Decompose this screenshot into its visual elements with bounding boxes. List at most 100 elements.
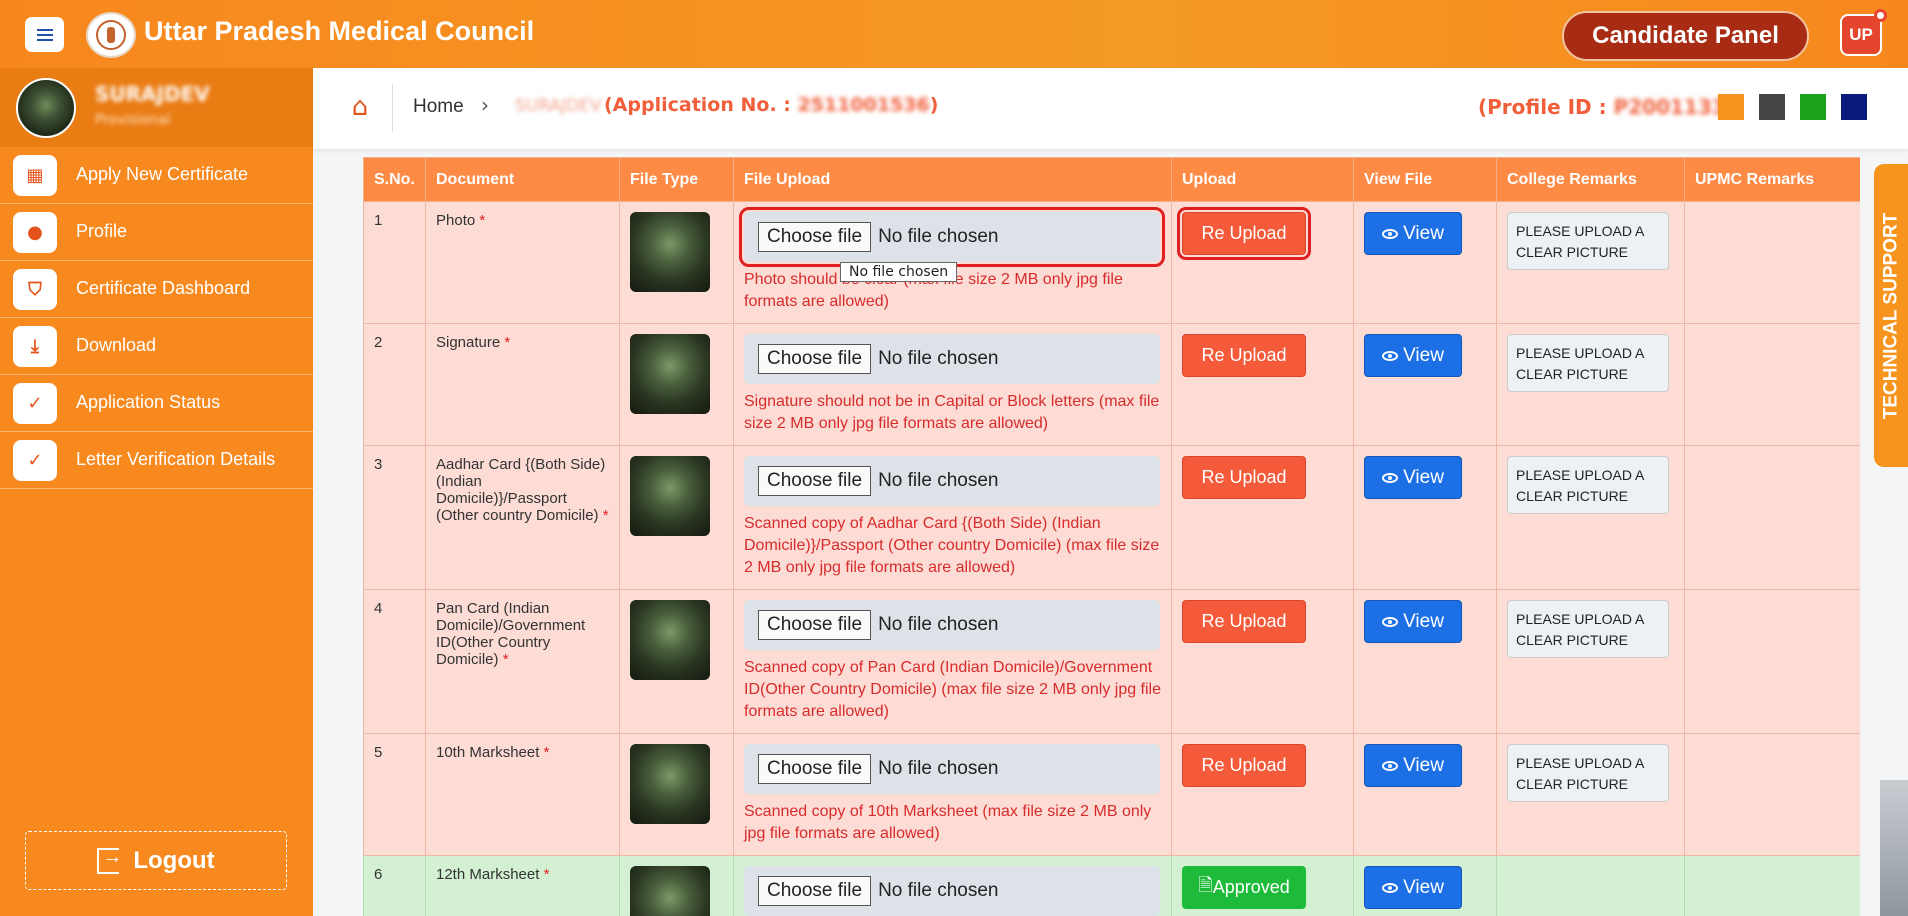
sidebar-item-letter-verification-details[interactable]: ✓ Letter Verification Details xyxy=(0,432,313,489)
document-thumbnail[interactable] xyxy=(630,744,710,824)
college-remarks-textarea[interactable]: PLEASE UPLOAD A CLEAR PICTURE xyxy=(1507,334,1669,392)
choose-file-button[interactable]: Choose file xyxy=(758,610,872,640)
view-button[interactable]: View xyxy=(1364,456,1462,499)
download-icon: ⤓ xyxy=(13,326,57,367)
view-file-cell: View xyxy=(1353,323,1497,446)
document-thumbnail[interactable] xyxy=(630,866,710,916)
serial-number: 4 xyxy=(363,589,426,734)
background-decoration xyxy=(1880,780,1908,916)
profile-id-prefix: (Profile ID : xyxy=(1478,95,1614,119)
file-status: No file chosen xyxy=(878,880,999,901)
re-upload-button[interactable]: Re Upload xyxy=(1182,600,1306,643)
re-upload-button[interactable]: Re Upload xyxy=(1182,744,1306,787)
view-button[interactable]: View xyxy=(1364,866,1462,909)
college-remarks-textarea[interactable]: PLEASE UPLOAD A CLEAR PICTURE xyxy=(1507,600,1669,658)
view-button[interactable]: View xyxy=(1364,334,1462,377)
file-input[interactable]: Choose file No file chosen xyxy=(744,600,1160,650)
upload-cell: Re Upload xyxy=(1171,589,1354,734)
document-thumbnail[interactable] xyxy=(630,212,710,292)
breadcrumb-home[interactable]: Home xyxy=(413,96,464,118)
user-type: Provisional xyxy=(95,112,171,128)
choose-file-button[interactable]: Choose file xyxy=(758,754,872,784)
document-label: Aadhar Card {(Both Side) (Indian Domicil… xyxy=(436,456,606,524)
view-button[interactable]: View xyxy=(1364,212,1462,255)
re-upload-button[interactable]: Re Upload xyxy=(1182,334,1306,377)
serial-number: 3 xyxy=(363,445,426,590)
document-thumbnail[interactable] xyxy=(630,334,710,414)
file-upload-cell: Choose file No file chosen Scanned copy of… xyxy=(733,445,1172,590)
upmc-remarks-cell xyxy=(1684,323,1860,446)
eye-icon xyxy=(1382,228,1399,239)
view-button[interactable]: View xyxy=(1364,744,1462,787)
serial-number: 1 xyxy=(363,201,426,324)
view-button[interactable]: View xyxy=(1364,600,1462,643)
view-file-cell: View xyxy=(1353,855,1497,916)
required-marker: * xyxy=(504,334,511,351)
sidebar-item-certificate-dashboard[interactable]: ⛉ Certificate Dashboard xyxy=(0,261,313,318)
user-icon: ● xyxy=(13,212,57,253)
document-name: Photo * xyxy=(425,201,620,324)
file-type-cell xyxy=(619,589,734,734)
upload-cell: Re Upload xyxy=(1171,733,1354,856)
eye-icon xyxy=(1382,882,1399,893)
view-label: View xyxy=(1403,754,1444,776)
sidebar-item-label: Profile xyxy=(76,221,128,241)
college-remarks-textarea[interactable]: PLEASE UPLOAD A CLEAR PICTURE xyxy=(1507,212,1669,270)
college-remarks-textarea[interactable]: PLEASE UPLOAD A CLEAR PICTURE xyxy=(1507,744,1669,802)
college-remarks-cell: PLEASE UPLOAD A CLEAR PICTURE xyxy=(1496,733,1685,856)
sidebar-item-download[interactable]: ⤓ Download xyxy=(0,318,313,375)
approved-label: Approved xyxy=(1212,877,1290,897)
re-upload-button[interactable]: Re Upload xyxy=(1177,207,1311,260)
file-upload-cell: Choose file No file chosen xyxy=(733,855,1172,916)
file-input[interactable]: Choose file No file chosen xyxy=(739,207,1165,267)
sidebar-item-profile[interactable]: ● Profile xyxy=(0,204,313,261)
theme-swatch[interactable] xyxy=(1759,94,1785,120)
document-name: Signature * xyxy=(425,323,620,446)
college-remarks-cell: PLEASE UPLOAD A CLEAR PICTURE xyxy=(1496,589,1685,734)
college-remarks-textarea[interactable]: PLEASE UPLOAD A CLEAR PICTURE xyxy=(1507,456,1669,514)
document-label: Photo xyxy=(436,212,476,229)
app-title: Uttar Pradesh Medical Council xyxy=(144,16,535,46)
candidate-panel-button[interactable]: Candidate Panel xyxy=(1562,11,1809,61)
upload-hint: Scanned copy of Aadhar Card {(Both Side)… xyxy=(744,515,1160,576)
logout-button[interactable]: Logout xyxy=(25,831,287,890)
sidebar-item-apply-new-certificate[interactable]: ▦ Apply New Certificate xyxy=(0,147,313,204)
eye-icon xyxy=(1382,472,1399,483)
view-file-cell: View xyxy=(1353,445,1497,590)
documents-table: S.No. Document File Type File Upload Upload V… xyxy=(363,157,1860,916)
theme-swatch[interactable] xyxy=(1800,94,1826,120)
required-marker: * xyxy=(502,651,509,668)
file-input[interactable]: Choose file No file chosen xyxy=(744,866,1160,916)
approved-button[interactable]: 🗎 Approved xyxy=(1182,866,1306,909)
document-thumbnail[interactable] xyxy=(630,456,710,536)
upload-cell: Re Upload xyxy=(1171,201,1354,324)
choose-file-button[interactable]: Choose file xyxy=(758,466,872,496)
document-name: Aadhar Card {(Both Side) (Indian Domicil… xyxy=(425,445,620,590)
choose-file-button[interactable]: Choose file xyxy=(758,344,872,374)
table-row: 6 12th Marksheet * Choose file No file chos… xyxy=(363,855,1860,916)
technical-support-tab[interactable]: TECHNICAL SUPPORT xyxy=(1874,164,1908,467)
file-status: No file chosen xyxy=(878,348,999,369)
choose-file-button[interactable]: Choose file xyxy=(758,222,872,252)
file-input-tooltip: No file chosen xyxy=(840,262,958,282)
grid-icon: ▦ xyxy=(13,155,57,196)
upmc-remarks-cell xyxy=(1684,201,1860,324)
document-label: 12th Marksheet xyxy=(436,866,540,883)
hamburger-menu-button[interactable] xyxy=(25,17,64,52)
choose-file-button[interactable]: Choose file xyxy=(758,876,872,906)
theme-swatch[interactable] xyxy=(1841,94,1867,120)
file-input[interactable]: Choose file No file chosen xyxy=(744,334,1160,384)
required-marker: * xyxy=(602,507,609,524)
file-input[interactable]: Choose file No file chosen xyxy=(744,456,1160,506)
theme-swatch[interactable] xyxy=(1718,94,1744,120)
re-upload-button[interactable]: Re Upload xyxy=(1182,456,1306,499)
sidebar-item-application-status[interactable]: ✓ Application Status xyxy=(0,375,313,432)
view-label: View xyxy=(1403,876,1444,898)
home-icon[interactable]: ⌂ xyxy=(343,90,377,124)
upload-cell: Re Upload xyxy=(1171,323,1354,446)
file-input[interactable]: Choose file No file chosen xyxy=(744,744,1160,794)
column-header: Upload xyxy=(1171,157,1354,202)
upmc-remarks-cell xyxy=(1684,855,1860,916)
document-thumbnail[interactable] xyxy=(630,600,710,680)
user-badge[interactable]: UP xyxy=(1840,9,1887,56)
